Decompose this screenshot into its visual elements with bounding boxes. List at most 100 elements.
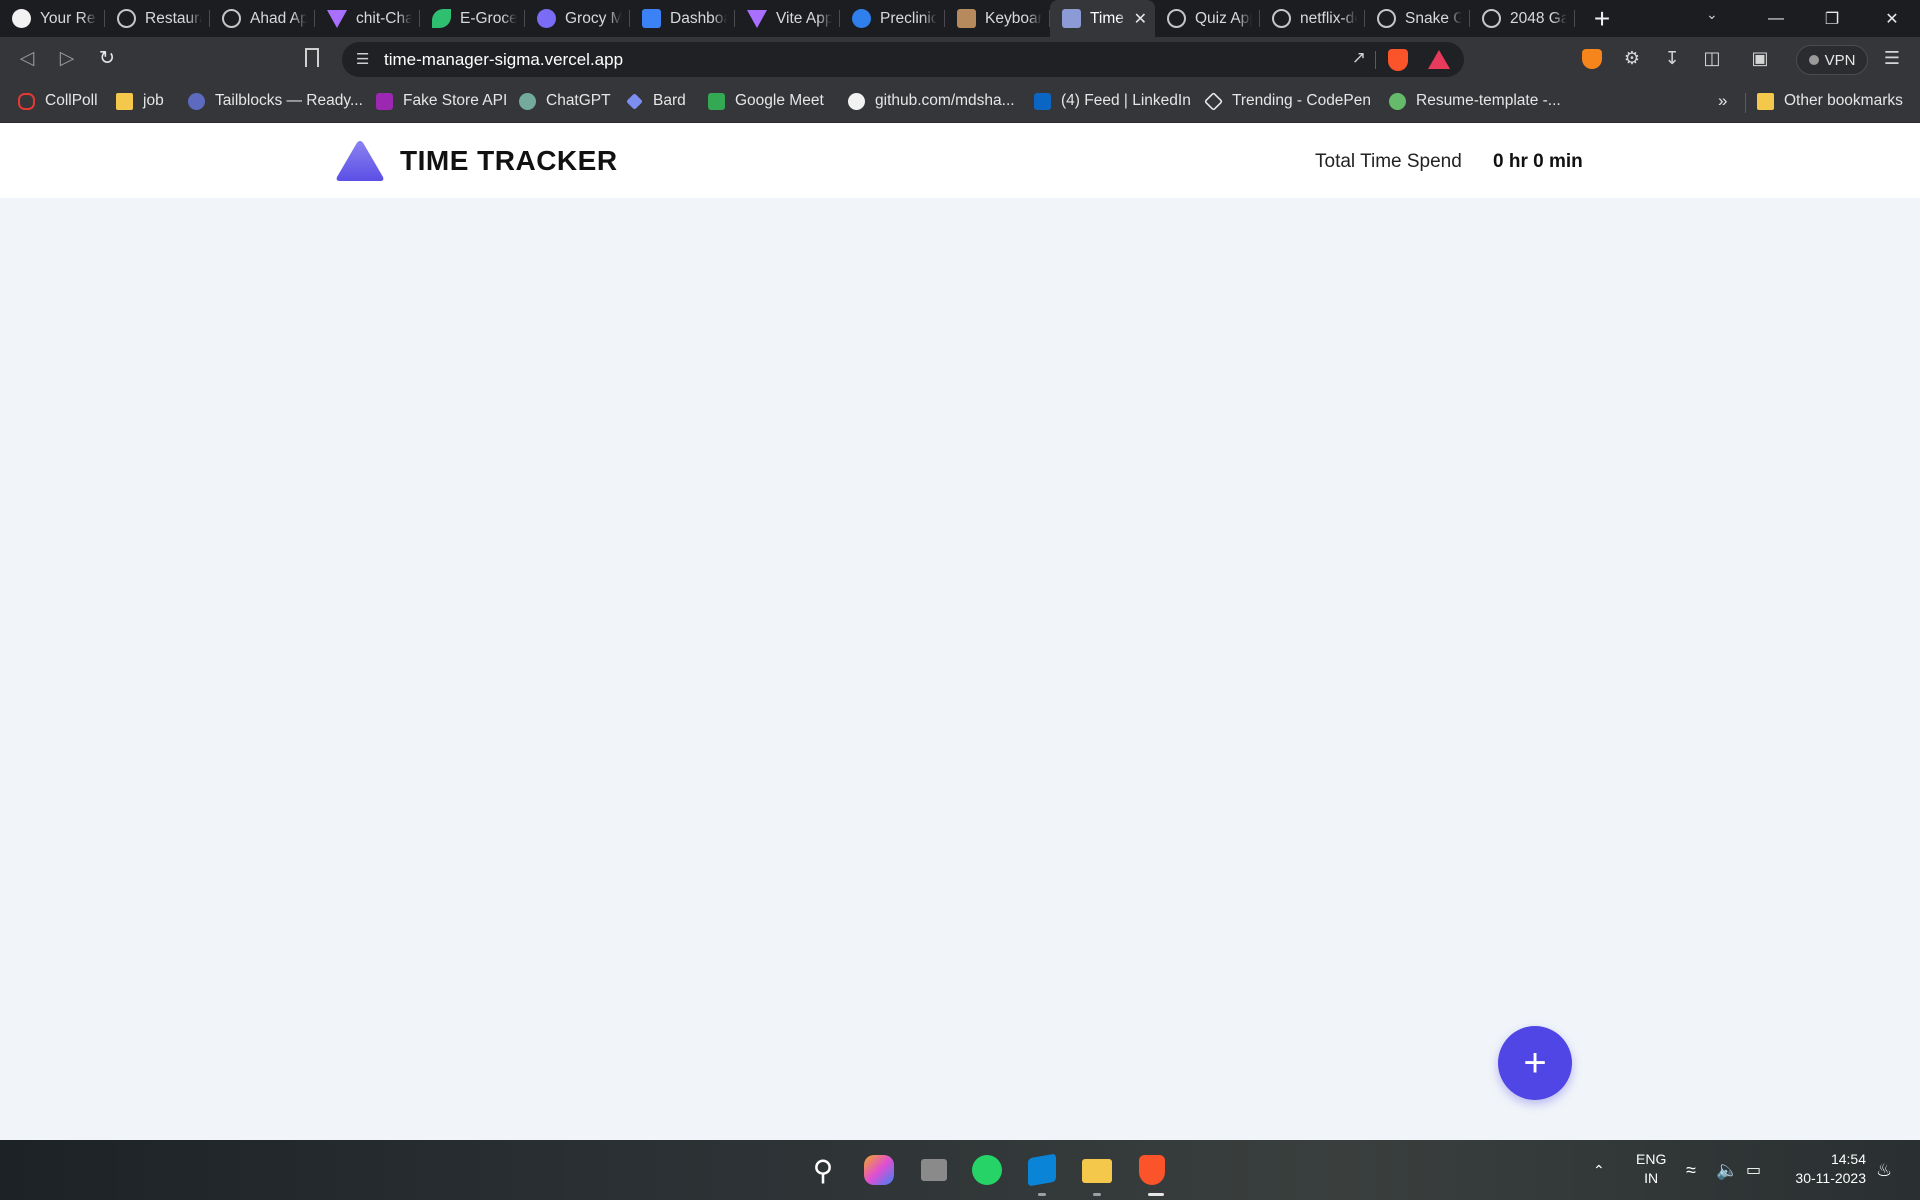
github-icon <box>848 92 865 110</box>
wallet-icon[interactable]: ▣ <box>1748 48 1772 69</box>
extensions-icon[interactable]: ⚙ <box>1620 48 1644 69</box>
bookmark-item[interactable]: Resume-template -... <box>1389 92 1561 110</box>
logo-triangle-icon <box>336 141 384 181</box>
more-bookmarks-button[interactable]: » <box>1718 91 1727 111</box>
file-explorer-icon[interactable] <box>1082 1159 1112 1183</box>
tab-5[interactable]: E-Grocery <box>420 0 525 37</box>
vpn-label: VPN <box>1824 51 1856 69</box>
show-hidden-icons-chevron-icon[interactable]: ⌃ <box>1593 1140 1605 1200</box>
clock[interactable]: 14:54 30-11-2023 <box>1786 1150 1866 1188</box>
language-code: ENG <box>1636 1151 1667 1167</box>
folder-icon <box>116 92 133 110</box>
brave-active-indicator <box>1148 1193 1164 1196</box>
language-indicator[interactable]: ENG IN <box>1636 1150 1666 1188</box>
brave-browser-icon[interactable] <box>1139 1155 1165 1185</box>
bookmark-label: CollPoll <box>45 92 98 109</box>
bookmark-label: Resume-template -... <box>1416 92 1561 109</box>
browser-tab-strip: Your Repositories Restaurant Ahad App chit-… <box>0 0 1920 37</box>
minimize-button[interactable]: — <box>1748 0 1804 37</box>
bookmark-item[interactable]: job <box>116 92 164 110</box>
bookmark-item[interactable]: Fake Store API <box>376 92 507 110</box>
add-task-button[interactable]: + <box>1498 1026 1572 1100</box>
tab-12[interactable]: Quiz App <box>1155 0 1260 37</box>
github-icon <box>12 9 31 28</box>
clock-date: 30-11-2023 <box>1795 1170 1866 1186</box>
tab-title: 2048 Game <box>1510 9 1567 27</box>
tab-9[interactable]: Preclinic <box>840 0 945 37</box>
bookmark-item[interactable]: Tailblocks — Ready... <box>188 92 363 110</box>
vpn-status-icon <box>1808 55 1819 65</box>
volume-icon[interactable]: 🔈 <box>1716 1140 1738 1200</box>
new-tab-button[interactable]: + <box>1587 3 1617 35</box>
linkedin-icon <box>1034 92 1051 110</box>
battery-icon[interactable]: ▭ <box>1746 1140 1761 1200</box>
tab-2[interactable]: Restaurant <box>105 0 210 37</box>
other-bookmarks-folder[interactable]: Other bookmarks <box>1757 92 1903 110</box>
bookmark-label: job <box>143 92 164 109</box>
forward-button[interactable]: ▷ <box>54 47 80 70</box>
bookmark-item[interactable]: ChatGPT <box>519 92 611 110</box>
tab-title: Grocy Mart <box>565 9 622 27</box>
tab-search-chevron-icon[interactable]: ⌄ <box>1706 6 1718 23</box>
wifi-icon[interactable]: ≈ <box>1686 1140 1696 1200</box>
tailblocks-icon <box>188 92 205 110</box>
tab-14[interactable]: Snake Game <box>1365 0 1470 37</box>
app-header: TIME TRACKER Total Time Spend 0 hr 0 min <box>0 123 1920 198</box>
tab-10[interactable]: Keyboard <box>945 0 1050 37</box>
windows-start-icon[interactable] <box>751 1155 781 1185</box>
bookmark-item[interactable]: CollPoll <box>18 92 98 110</box>
bookmark-label: github.com/mdsha... <box>875 92 1015 109</box>
close-tab-icon[interactable]: ✕ <box>1134 9 1147 29</box>
bookmark-icon[interactable] <box>305 48 319 67</box>
sidebar-icon[interactable]: ◫ <box>1700 48 1724 69</box>
downloads-icon[interactable]: ↧ <box>1660 48 1684 69</box>
tab-1[interactable]: Your Repositories <box>0 0 105 37</box>
address-bar[interactable]: ☰ time-manager-sigma.vercel.app ↗ <box>342 42 1464 77</box>
bookmark-label: (4) Feed | LinkedIn <box>1061 92 1191 109</box>
url-text[interactable]: time-manager-sigma.vercel.app <box>384 50 623 70</box>
tab-11[interactable]: Time Tracker ✕ <box>1050 0 1155 37</box>
brave-shields-icon[interactable] <box>1388 49 1408 71</box>
menu-icon[interactable]: ☰ <box>1880 48 1904 69</box>
bookmark-item[interactable]: (4) Feed | LinkedIn <box>1034 92 1191 110</box>
bookmark-label: Fake Store API <box>403 92 508 109</box>
bookmark-item[interactable]: github.com/mdsha... <box>848 92 1015 110</box>
bookmark-item[interactable]: Trending - CodePen <box>1203 91 1371 111</box>
vscode-icon[interactable] <box>1028 1153 1056 1187</box>
reload-button[interactable]: ↻ <box>94 47 120 70</box>
tab-title: Your Repositories <box>40 9 97 27</box>
notification-bell-icon[interactable]: ♨ <box>1876 1140 1892 1200</box>
tab-3[interactable]: Ahad App <box>210 0 315 37</box>
tab-13[interactable]: netflix-demo <box>1260 0 1365 37</box>
globe-icon <box>1377 9 1396 28</box>
restore-button[interactable]: ❐ <box>1804 0 1860 37</box>
bookmarks-bar: CollPoll job Tailblocks — Ready... Fake Sto… <box>0 83 1920 123</box>
bookmark-item[interactable]: Google Meet <box>708 92 824 110</box>
site-settings-icon[interactable]: ☰ <box>356 50 369 68</box>
windows-taskbar: ⚲ ⌃ ENG IN ≈ 🔈 ▭ 14:54 30-11-2023 ♨ <box>0 1140 1920 1200</box>
brave-rewards-icon[interactable] <box>1428 50 1450 69</box>
back-button[interactable]: ◁ <box>14 47 40 70</box>
tab-8[interactable]: Vite App <box>735 0 840 37</box>
share-icon[interactable]: ↗ <box>1352 48 1366 68</box>
tab-title: Keyboard <box>985 9 1042 27</box>
close-window-button[interactable]: ✕ <box>1864 0 1920 37</box>
app-title: TIME TRACKER <box>400 145 618 176</box>
tab-6[interactable]: Grocy Mart <box>525 0 630 37</box>
tab-4[interactable]: chit-Chat <box>315 0 420 37</box>
globe-icon <box>117 9 136 28</box>
search-icon[interactable]: ⚲ <box>805 1152 841 1188</box>
tab-title: Ahad App <box>250 9 307 27</box>
bookmark-item[interactable]: Bard <box>626 92 686 110</box>
task-view-icon[interactable] <box>921 1159 947 1181</box>
vpn-button[interactable]: VPN <box>1796 45 1868 75</box>
tab-7[interactable]: Dashboard <box>630 0 735 37</box>
tab-title: Restaurant <box>145 9 202 27</box>
leaf-icon <box>432 9 451 28</box>
bookmark-label: Google Meet <box>735 92 824 109</box>
metamask-icon[interactable] <box>1582 49 1602 69</box>
whatsapp-icon[interactable] <box>972 1155 1002 1185</box>
chatgpt-icon <box>519 92 536 110</box>
copilot-icon[interactable] <box>864 1155 894 1185</box>
tab-15[interactable]: 2048 Game <box>1470 0 1575 37</box>
